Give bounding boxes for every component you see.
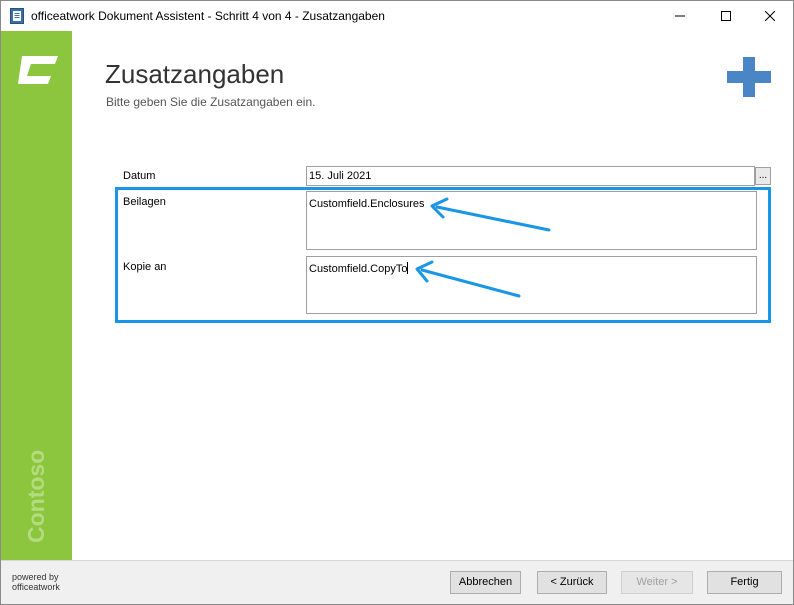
next-button[interactable]: Weiter > [621,571,693,594]
wizard-footer: powered by officeatwork Abbrechen < Zurü… [1,560,793,604]
maximize-button[interactable] [703,1,749,31]
page-subtitle: Bitte geben Sie die Zusatzangaben ein. [106,95,316,109]
copy-to-label: Kopie an [123,261,167,273]
powered-by-line2: officeatwork [12,582,60,592]
copy-to-value: Customfield.CopyTo [309,263,408,275]
date-picker-button[interactable]: ... [755,167,771,185]
wizard-window: officeatwork Dokument Assistent - Schrit… [0,0,794,605]
maximize-icon [721,11,731,21]
text-cursor [407,262,409,274]
powered-by: powered by officeatwork [12,572,60,592]
copy-to-field[interactable]: Customfield.CopyTo [306,256,757,314]
enclosures-value: Customfield.Enclosures [309,198,425,210]
plus-icon [727,57,771,97]
powered-by-line1: powered by [12,572,59,582]
enclosures-field[interactable]: Customfield.Enclosures [306,191,757,250]
page-title: Zusatzangaben [105,59,285,89]
date-field[interactable]: 15. Juli 2021 [306,166,755,186]
date-value: 15. Juli 2021 [309,170,372,182]
finish-button[interactable]: Fertig [707,571,782,594]
cancel-button[interactable]: Abbrechen [450,571,521,594]
brand-name: Contoso [23,449,49,543]
minimize-icon [675,15,685,17]
close-icon [765,11,775,21]
minimize-button[interactable] [657,1,703,31]
enclosures-label: Beilagen [123,196,166,208]
close-button[interactable] [747,1,793,31]
officeatwork-logo-icon [18,56,58,84]
brand-sidebar: Contoso [1,31,72,560]
window-title: officeatwork Dokument Assistent - Schrit… [31,9,385,23]
date-label: Datum [123,170,156,182]
back-button[interactable]: < Zurück [537,571,607,594]
document-app-icon [10,8,24,24]
title-bar[interactable]: officeatwork Dokument Assistent - Schrit… [1,1,793,31]
